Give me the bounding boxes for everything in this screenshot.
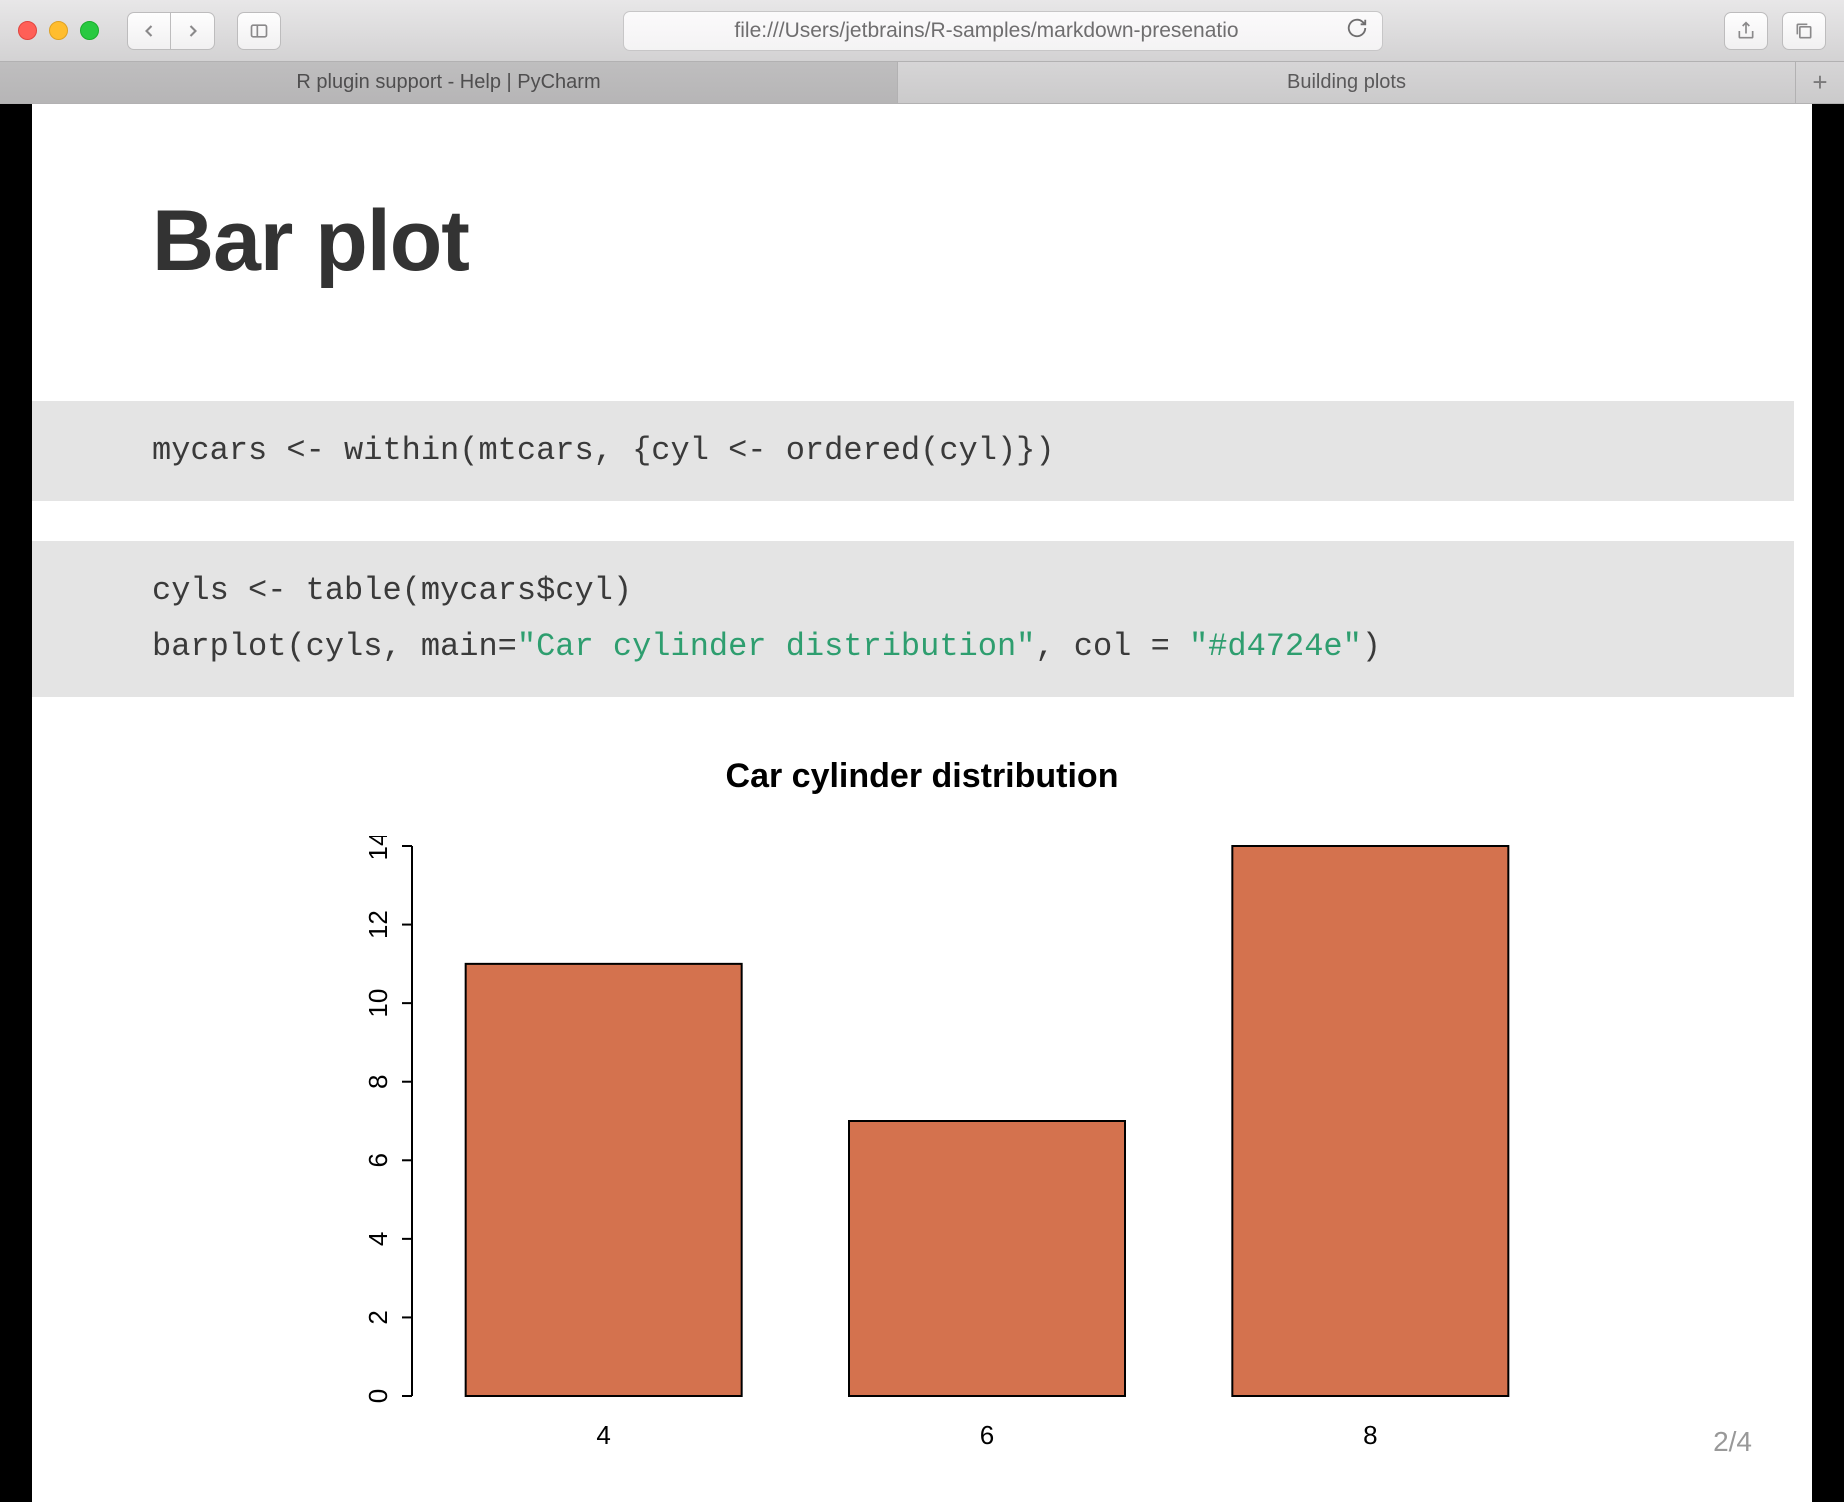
window-controls	[18, 21, 99, 40]
code-text: , col =	[1035, 628, 1189, 665]
tab-building-plots[interactable]: Building plots	[898, 62, 1796, 103]
reload-icon	[1346, 17, 1368, 39]
plus-icon: +	[1812, 67, 1827, 98]
svg-text:6: 6	[363, 1153, 393, 1167]
code-block-2: cyls <- table(mycars$cyl) barplot(cyls, …	[32, 541, 1794, 697]
chart-title: Car cylinder distribution	[152, 757, 1692, 796]
code-string: "Car cylinder distribution"	[517, 628, 1035, 665]
back-button[interactable]	[127, 12, 171, 50]
tab-strip: R plugin support - Help | PyCharm Buildi…	[0, 62, 1844, 104]
bar-chart: 0 2 4 6 8 10 12 14 4 6 8	[222, 836, 1622, 1476]
address-bar[interactable]: file:///Users/jetbrains/R-samples/markdo…	[623, 11, 1383, 51]
svg-text:8: 8	[363, 1074, 393, 1088]
tab-label: Building plots	[1287, 71, 1406, 94]
svg-text:4: 4	[363, 1232, 393, 1246]
code-text: mycars <- within(mtcars, {cyl <- ordered…	[152, 432, 1055, 469]
chart-container: Car cylinder distribution 0 2 4 6 8 10 12 14 4 6 8	[152, 757, 1692, 1477]
sidebar-toggle-button[interactable]	[237, 12, 281, 50]
tab-label: R plugin support - Help | PyCharm	[296, 71, 600, 94]
titlebar: file:///Users/jetbrains/R-samples/markdo…	[0, 0, 1844, 62]
presentation-slide[interactable]: Bar plot mycars <- within(mtcars, {cyl <…	[32, 104, 1812, 1502]
forward-button[interactable]	[171, 12, 215, 50]
close-window-button[interactable]	[18, 21, 37, 40]
svg-text:12: 12	[363, 910, 393, 939]
svg-text:2: 2	[363, 1310, 393, 1324]
chevron-left-icon	[139, 21, 159, 41]
url-text: file:///Users/jetbrains/R-samples/markdo…	[638, 19, 1336, 43]
share-icon	[1736, 21, 1756, 41]
minimize-window-button[interactable]	[49, 21, 68, 40]
sidebar-icon	[249, 21, 269, 41]
browser-window: file:///Users/jetbrains/R-samples/markdo…	[0, 0, 1844, 1502]
chevron-right-icon	[183, 21, 203, 41]
nav-buttons	[127, 12, 215, 50]
show-tabs-button[interactable]	[1782, 12, 1826, 50]
address-bar-container: file:///Users/jetbrains/R-samples/markdo…	[295, 11, 1710, 51]
page-indicator: 2/4	[1713, 1426, 1752, 1458]
reload-button[interactable]	[1346, 17, 1368, 45]
tab-r-plugin-help[interactable]: R plugin support - Help | PyCharm	[0, 62, 898, 103]
svg-text:0: 0	[363, 1389, 393, 1403]
svg-text:6: 6	[980, 1420, 994, 1450]
new-tab-button[interactable]: +	[1796, 62, 1844, 103]
share-button[interactable]	[1724, 12, 1768, 50]
svg-text:14: 14	[363, 836, 393, 860]
code-string: "#d4724e"	[1189, 628, 1362, 665]
maximize-window-button[interactable]	[80, 21, 99, 40]
svg-text:10: 10	[363, 989, 393, 1018]
code-text: )	[1362, 628, 1381, 665]
svg-text:8: 8	[1363, 1420, 1377, 1450]
content-area: Bar plot mycars <- within(mtcars, {cyl <…	[0, 104, 1844, 1502]
slide-title: Bar plot	[152, 192, 1692, 291]
svg-text:4: 4	[596, 1420, 610, 1450]
tabs-icon	[1794, 21, 1814, 41]
toolbar-right	[1724, 12, 1826, 50]
code-block-1: mycars <- within(mtcars, {cyl <- ordered…	[32, 401, 1794, 501]
